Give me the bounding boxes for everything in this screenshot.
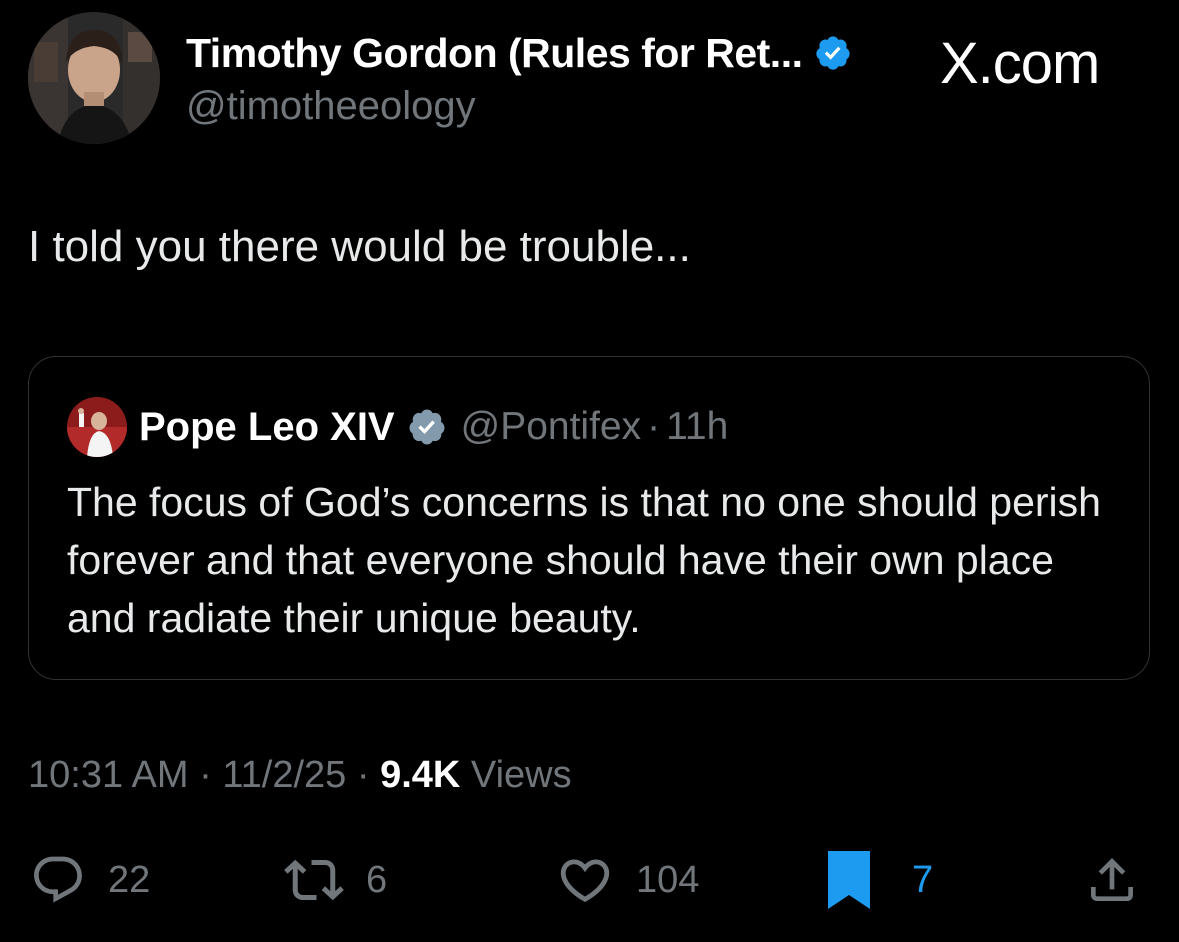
author-avatar[interactable] bbox=[28, 12, 160, 144]
reply-count: 22 bbox=[108, 858, 151, 901]
reply-button[interactable]: 22 bbox=[30, 848, 150, 912]
author-name[interactable]: Timothy Gordon (Rules for Ret... bbox=[186, 30, 803, 77]
share-button[interactable] bbox=[1084, 848, 1140, 912]
like-count: 104 bbox=[636, 858, 700, 901]
quote-timestamp[interactable]: 11h bbox=[666, 405, 728, 449]
repost-count: 6 bbox=[366, 858, 388, 901]
author-handle[interactable]: @timotheeology bbox=[186, 84, 476, 129]
quote-avatar-image bbox=[67, 397, 127, 457]
speech-bubble-icon bbox=[34, 856, 82, 903]
views-label: Views bbox=[460, 754, 572, 796]
bookmark-count: 7 bbox=[912, 858, 934, 901]
tweet-date[interactable]: 11/2/25 bbox=[222, 754, 346, 796]
tweet-meta: 10:31 AM · 11/2/25 · 9.4K Views bbox=[28, 754, 572, 797]
views-count[interactable]: 9.4K bbox=[380, 754, 460, 796]
author-avatar-image bbox=[28, 12, 160, 144]
bookmark-icon bbox=[828, 851, 870, 909]
repost-arrows-icon bbox=[284, 859, 344, 901]
quoted-tweet-card[interactable]: Pope Leo XIV @Pontifex · 11h The focus o… bbox=[28, 356, 1150, 680]
heart-icon bbox=[560, 859, 610, 903]
x-com-brand: X.com bbox=[940, 31, 1100, 96]
quote-text: The focus of God’s concerns is that no o… bbox=[67, 479, 1101, 641]
quote-header: Pope Leo XIV @Pontifex · 11h bbox=[139, 401, 728, 453]
share-icon bbox=[1091, 858, 1133, 901]
quote-author-avatar[interactable] bbox=[67, 397, 127, 457]
author-name-row[interactable]: Timothy Gordon (Rules for Ret... bbox=[186, 28, 852, 78]
action-bar: 22 6 104 7 bbox=[0, 848, 1179, 918]
quote-author-handle[interactable]: @Pontifex bbox=[461, 405, 642, 449]
tweet-text: I told you there would be trouble... bbox=[28, 222, 691, 271]
separator-dot: · bbox=[647, 405, 661, 448]
quote-author-name[interactable]: Pope Leo XIV bbox=[139, 405, 395, 450]
tweet-time[interactable]: 10:31 AM bbox=[28, 754, 189, 796]
repost-button[interactable]: 6 bbox=[284, 848, 387, 912]
verified-badge-icon bbox=[816, 36, 851, 70]
separator-dot: · bbox=[188, 754, 223, 796]
bookmark-button[interactable]: 7 bbox=[826, 848, 933, 912]
like-button[interactable]: 104 bbox=[556, 848, 699, 912]
verified-badge-icon bbox=[409, 409, 445, 445]
separator-dot: · bbox=[346, 754, 381, 796]
